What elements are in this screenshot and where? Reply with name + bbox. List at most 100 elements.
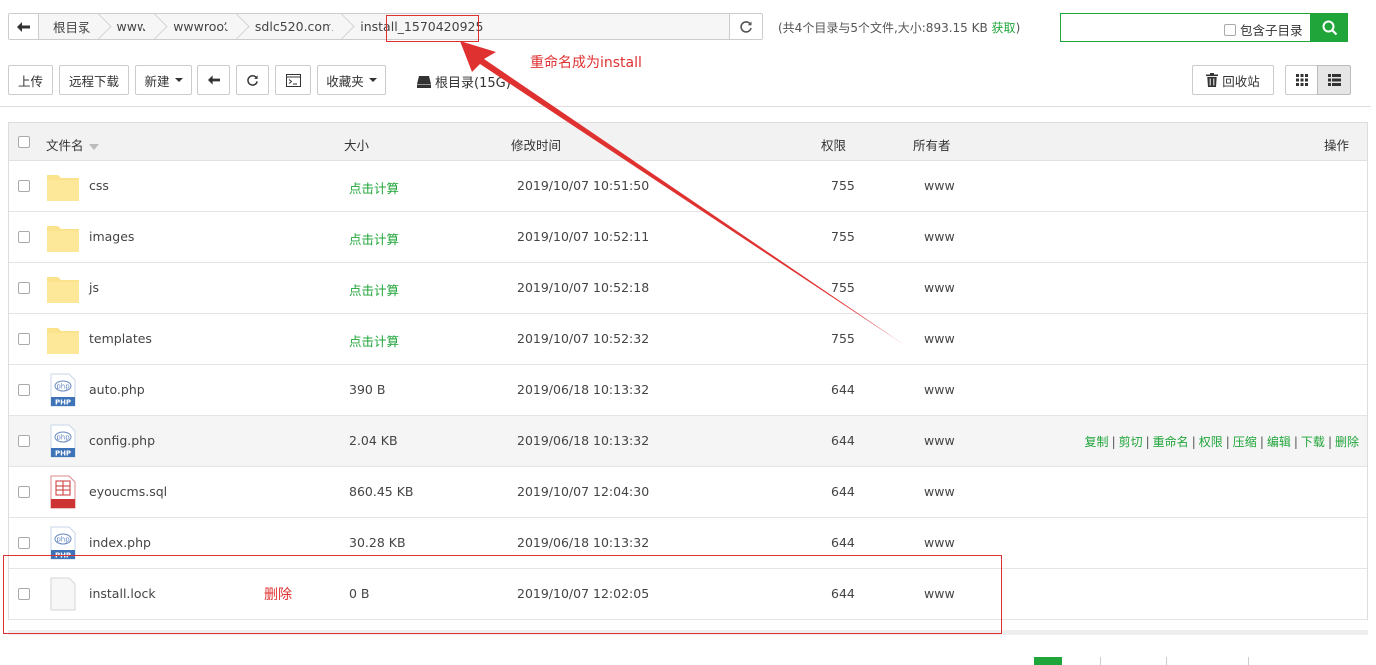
file-owner: www (924, 229, 955, 244)
file-owner: www (924, 484, 955, 499)
separator: | (1145, 435, 1150, 449)
file-size[interactable]: 点击计算 (349, 229, 399, 248)
list-view-button[interactable] (1317, 65, 1351, 95)
file-size[interactable]: 点击计算 (349, 331, 399, 350)
include-subdir-checkbox[interactable] (1224, 23, 1236, 36)
upload-button[interactable]: 上传 (8, 65, 53, 95)
column-header-ops: 操作 (1323, 138, 1349, 153)
svg-text:php: php (56, 536, 70, 544)
file-table: 文件名 大小 修改时间 权限 所有者 操作 css 点击计算 2019/10/07 … (8, 122, 1368, 620)
svg-text:PHP: PHP (55, 399, 71, 407)
back-button[interactable] (9, 14, 39, 39)
file-name[interactable]: css (89, 178, 109, 193)
file-size[interactable]: 点击计算 (349, 178, 399, 197)
row-checkbox[interactable] (18, 231, 30, 243)
column-header-name[interactable]: 文件名 (46, 135, 99, 154)
path-input-area[interactable] (495, 14, 729, 39)
row-action-0[interactable]: 复制 (1085, 435, 1109, 449)
file-name[interactable]: images (89, 229, 134, 244)
folder-icon (47, 322, 79, 356)
table-row[interactable]: templates 点击计算 2019/10/07 10:52:32 755 www (9, 314, 1367, 365)
file-name[interactable]: templates (89, 331, 152, 346)
breadcrumb-item-wwwroot[interactable]: wwwroot (159, 14, 241, 39)
favorites-dropdown-button[interactable]: 收藏夹 (317, 65, 386, 95)
row-checkbox[interactable] (18, 333, 30, 345)
fetch-size-link[interactable]: 获取 (992, 21, 1016, 35)
row-checkbox[interactable] (18, 282, 30, 294)
file-perm[interactable]: 755 (831, 280, 855, 295)
terminal-button[interactable] (275, 65, 311, 95)
table-row[interactable]: eyoucms.sql 860.45 KB 2019/10/07 12:04:30 6… (9, 467, 1367, 518)
directory-summary: (共4个目录与5个文件,大小:893.15 KB 获取) (778, 21, 1021, 35)
file-size: 390 B (349, 382, 386, 397)
select-all-checkbox[interactable] (18, 136, 30, 148)
include-subdir-option[interactable]: 包含子目录 (1224, 20, 1303, 39)
sql-file-icon (47, 475, 79, 509)
file-perm[interactable]: 644 (831, 433, 855, 448)
back-nav-button[interactable] (197, 65, 230, 95)
file-mtime: 2019/10/07 10:52:32 (517, 331, 650, 346)
php-file-icon: php PHP (47, 424, 79, 458)
divider (0, 106, 1371, 107)
annotation-rename-note: 重命名成为install (530, 55, 642, 71)
search-icon (1322, 20, 1337, 35)
search-button[interactable] (1311, 13, 1348, 42)
refresh-button[interactable] (236, 65, 269, 95)
pagination-current-page[interactable] (1034, 657, 1062, 665)
file-perm[interactable]: 644 (831, 484, 855, 499)
table-row[interactable]: css 点击计算 2019/10/07 10:51:50 755 www (9, 161, 1367, 212)
list-icon (1327, 74, 1341, 86)
file-name[interactable]: config.php (89, 433, 155, 448)
row-action-7[interactable]: 删除 (1335, 435, 1359, 449)
file-size[interactable]: 点击计算 (349, 280, 399, 299)
column-header-perm[interactable]: 权限 (821, 135, 846, 154)
folder-icon (47, 271, 79, 305)
row-action-1[interactable]: 剪切 (1119, 435, 1143, 449)
file-name[interactable]: index.php (89, 535, 151, 550)
file-name[interactable]: auto.php (89, 382, 145, 397)
file-perm[interactable]: 644 (831, 535, 855, 550)
row-checkbox[interactable] (18, 180, 30, 192)
file-perm[interactable]: 644 (831, 382, 855, 397)
file-name[interactable]: js (89, 280, 99, 295)
breadcrumb-item-root[interactable]: 根目录 (39, 14, 103, 39)
table-row[interactable]: php PHP config.php 2.04 KB 2019/06/18 10:13:… (9, 416, 1367, 467)
separator: | (1259, 435, 1264, 449)
column-header-owner[interactable]: 所有者 (913, 135, 951, 154)
file-owner: www (924, 433, 955, 448)
row-action-6[interactable]: 下载 (1301, 435, 1325, 449)
row-action-3[interactable]: 权限 (1199, 435, 1223, 449)
table-row[interactable]: js 点击计算 2019/10/07 10:52:18 755 www (9, 263, 1367, 314)
remote-download-button[interactable]: 远程下载 (59, 65, 129, 95)
recycle-bin-button[interactable]: 回收站 (1192, 65, 1274, 95)
file-perm[interactable]: 755 (831, 229, 855, 244)
row-checkbox[interactable] (18, 537, 30, 549)
terminal-icon (285, 73, 301, 87)
row-checkbox[interactable] (18, 486, 30, 498)
refresh-path-button[interactable] (729, 14, 762, 39)
row-action-5[interactable]: 编辑 (1267, 435, 1291, 449)
file-owner: www (924, 178, 955, 193)
file-mtime: 2019/10/07 10:52:11 (517, 229, 650, 244)
caret-down-icon (368, 78, 377, 82)
annotation-delete-box (3, 555, 1002, 634)
table-row[interactable]: images 点击计算 2019/10/07 10:52:11 755 www (9, 212, 1367, 263)
column-header-size[interactable]: 大小 (344, 135, 369, 154)
grid-icon (1295, 74, 1308, 86)
separator: | (1327, 435, 1332, 449)
row-checkbox[interactable] (18, 435, 30, 447)
row-action-2[interactable]: 重命名 (1153, 435, 1189, 449)
file-name[interactable]: eyoucms.sql (89, 484, 167, 499)
row-checkbox[interactable] (18, 384, 30, 396)
row-action-4[interactable]: 压缩 (1233, 435, 1257, 449)
table-row[interactable]: php PHP auto.php 390 B 2019/06/18 10:13:32 64… (9, 365, 1367, 416)
file-perm[interactable]: 755 (831, 331, 855, 346)
separator: | (1191, 435, 1196, 449)
file-perm[interactable]: 755 (831, 178, 855, 193)
new-dropdown-button[interactable]: 新建 (135, 65, 192, 95)
arrow-left-icon (17, 21, 30, 32)
breadcrumb-item-site[interactable]: sdlc520.com (241, 14, 346, 39)
grid-view-button[interactable] (1285, 65, 1318, 95)
disk-selector[interactable]: 根目录(15G) (417, 72, 511, 91)
column-header-mtime[interactable]: 修改时间 (511, 135, 561, 154)
